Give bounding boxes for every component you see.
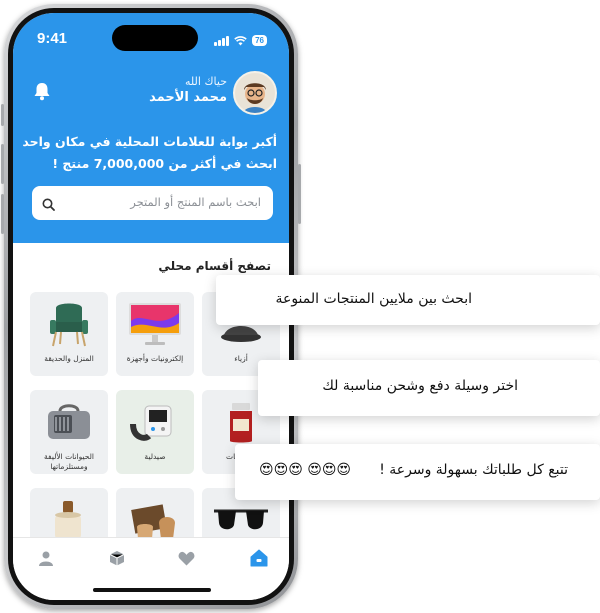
tagline-line-1: أكبر بوابة للعلامات المحلية في مكان واحد <box>22 134 277 149</box>
volume-down-button <box>1 194 4 234</box>
armchair-icon <box>30 300 108 348</box>
category-home-garden[interactable]: المنزل والحديقة <box>30 292 108 376</box>
callout-search-text: ابحث بين ملايين المنتجات المنوعة <box>275 291 472 307</box>
home-icon <box>250 549 268 567</box>
search-icon <box>42 196 55 215</box>
bottom-tab-bar <box>13 537 289 600</box>
dynamic-island <box>112 25 198 51</box>
tagline-line-2: ابحث في أكثر من 7,000,000 منتج ! <box>52 156 277 171</box>
user-greeting: حياك الله محمد الأحمد <box>149 75 227 105</box>
category-pharmacy[interactable]: صيدلية <box>116 390 194 474</box>
tab-favorites[interactable] <box>176 548 196 568</box>
status-icons: 76 <box>214 31 267 50</box>
search-input[interactable]: ابحث باسم المنتج أو المتجر <box>32 186 273 220</box>
user-icon <box>39 551 53 566</box>
emoji-row: 😍😍😍 😍😍😍 <box>259 462 352 478</box>
category-label: المنزل والحديقة <box>44 354 94 363</box>
callout-tracking-text: تتبع كل طلباتك بسهولة وسرعة ! <box>379 462 568 478</box>
power-button <box>298 164 301 224</box>
search-placeholder: ابحث باسم المنتج أو المتجر <box>130 195 261 209</box>
tagline: أكبر بوابة للعلامات المحلية في مكان واحد… <box>17 131 277 175</box>
blood-pressure-monitor-icon <box>116 398 194 446</box>
notification-bell-icon[interactable] <box>33 81 53 101</box>
category-label: الحيوانات الأليفة ومستلزماتها <box>44 452 94 471</box>
callout-tracking: تتبع كل طلباتك بسهولة وسرعة ! 😍😍😍 😍😍😍 <box>235 444 600 500</box>
category-label: صيدلية <box>144 452 166 461</box>
mute-switch <box>1 104 4 126</box>
header-banner: 9:41 76 حياك الله محمد الأحمد أكبر بوابة… <box>13 13 289 243</box>
callout-payment: اختر وسيلة دفع وشحن مناسبة لك <box>258 360 600 416</box>
category-pets[interactable]: الحيوانات الأليفة ومستلزماتها <box>30 390 108 474</box>
callout-search: ابحث بين ملايين المنتجات المنوعة <box>216 275 600 325</box>
categories-title: تصفح أقسام محلي <box>158 259 271 273</box>
user-name: محمد الأحمد <box>149 90 227 105</box>
category-label: إلكترونيات وأجهزة <box>126 354 184 363</box>
greeting-text: حياك الله <box>185 75 227 88</box>
callout-payment-text: اختر وسيلة دفع وشحن مناسبة لك <box>322 378 518 394</box>
battery-icon: 76 <box>252 35 267 46</box>
box-icon <box>109 551 125 566</box>
volume-up-button <box>1 144 4 184</box>
wifi-icon <box>234 31 247 50</box>
avatar[interactable] <box>233 71 277 115</box>
home-indicator <box>93 588 211 592</box>
tab-profile[interactable] <box>36 548 56 568</box>
heart-icon <box>178 551 194 565</box>
tab-orders[interactable] <box>107 548 127 568</box>
monitor-icon <box>116 300 194 348</box>
signal-icon <box>214 35 230 46</box>
status-time: 9:41 <box>37 30 68 47</box>
category-electronics[interactable]: إلكترونيات وأجهزة <box>116 292 194 376</box>
tab-home[interactable] <box>249 548 269 568</box>
pet-carrier-icon <box>30 398 108 446</box>
